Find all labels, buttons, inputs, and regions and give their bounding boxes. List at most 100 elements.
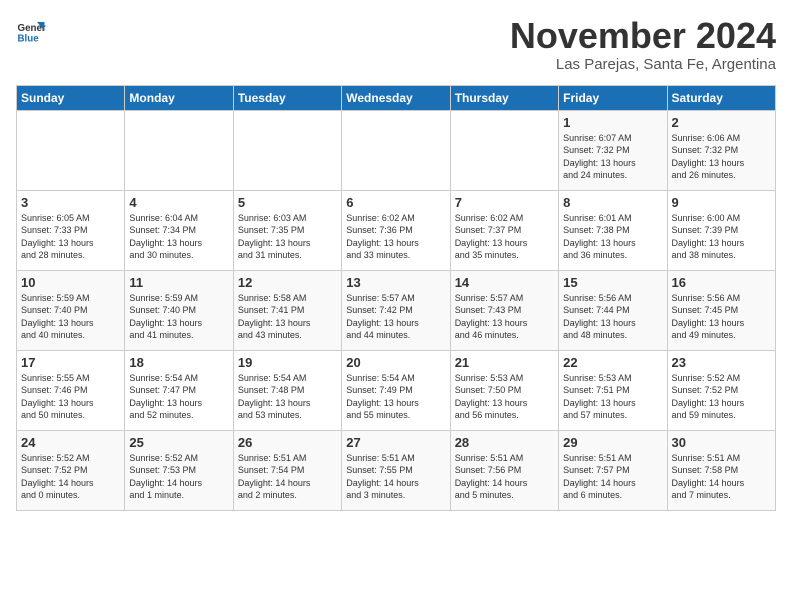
day-info: Sunrise: 5:51 AM Sunset: 7:58 PM Dayligh… xyxy=(672,452,771,502)
day-number: 21 xyxy=(455,355,554,370)
day-number: 30 xyxy=(672,435,771,450)
calendar-cell: 23 Sunrise: 5:52 AM Sunset: 7:52 PM Dayli… xyxy=(667,350,775,430)
logo-icon: General Blue xyxy=(16,16,46,46)
day-info: Sunrise: 6:02 AM Sunset: 7:37 PM Dayligh… xyxy=(455,212,554,262)
day-header-wednesday: Wednesday xyxy=(342,85,450,110)
calendar-cell: 20 Sunrise: 5:54 AM Sunset: 7:49 PM Dayli… xyxy=(342,350,450,430)
day-number: 15 xyxy=(563,275,662,290)
calendar-cell: 26 Sunrise: 5:51 AM Sunset: 7:54 PM Dayli… xyxy=(233,430,341,510)
day-number: 29 xyxy=(563,435,662,450)
calendar-cell xyxy=(342,110,450,190)
day-info: Sunrise: 5:59 AM Sunset: 7:40 PM Dayligh… xyxy=(21,292,120,342)
day-info: Sunrise: 5:54 AM Sunset: 7:49 PM Dayligh… xyxy=(346,372,445,422)
calendar-cell: 9 Sunrise: 6:00 AM Sunset: 7:39 PM Daylig… xyxy=(667,190,775,270)
calendar-cell: 7 Sunrise: 6:02 AM Sunset: 7:37 PM Daylig… xyxy=(450,190,558,270)
calendar-week-3: 10Sunrise: 5:59 AM Sunset: 7:40 PM Dayli… xyxy=(17,270,776,350)
day-info: Sunrise: 6:02 AM Sunset: 7:36 PM Dayligh… xyxy=(346,212,445,262)
day-info: Sunrise: 5:55 AM Sunset: 7:46 PM Dayligh… xyxy=(21,372,120,422)
day-header-thursday: Thursday xyxy=(450,85,558,110)
day-info: Sunrise: 5:52 AM Sunset: 7:53 PM Dayligh… xyxy=(129,452,228,502)
day-info: Sunrise: 5:52 AM Sunset: 7:52 PM Dayligh… xyxy=(672,372,771,422)
day-info: Sunrise: 5:57 AM Sunset: 7:42 PM Dayligh… xyxy=(346,292,445,342)
calendar-cell: 24Sunrise: 5:52 AM Sunset: 7:52 PM Dayli… xyxy=(17,430,125,510)
day-number: 19 xyxy=(238,355,337,370)
day-number: 23 xyxy=(672,355,771,370)
day-number: 14 xyxy=(455,275,554,290)
logo: General Blue xyxy=(16,16,46,46)
day-header-tuesday: Tuesday xyxy=(233,85,341,110)
calendar-cell: 16Sunrise: 5:56 AM Sunset: 7:45 PM Dayli… xyxy=(667,270,775,350)
day-info: Sunrise: 5:57 AM Sunset: 7:43 PM Dayligh… xyxy=(455,292,554,342)
calendar-table: SundayMondayTuesdayWednesdayThursdayFrid… xyxy=(16,85,776,511)
calendar-cell: 13 Sunrise: 5:57 AM Sunset: 7:42 PM Dayli… xyxy=(342,270,450,350)
calendar-week-2: 3 Sunrise: 6:05 AM Sunset: 7:33 PM Daylig… xyxy=(17,190,776,270)
day-number: 12 xyxy=(238,275,337,290)
day-info: Sunrise: 6:06 AM Sunset: 7:32 PM Dayligh… xyxy=(672,132,771,182)
calendar-cell: 17 Sunrise: 5:55 AM Sunset: 7:46 PM Dayli… xyxy=(17,350,125,430)
day-number: 9 xyxy=(672,195,771,210)
calendar-cell: 27 Sunrise: 5:51 AM Sunset: 7:55 PM Dayli… xyxy=(342,430,450,510)
day-info: Sunrise: 5:54 AM Sunset: 7:47 PM Dayligh… xyxy=(129,372,228,422)
day-info: Sunrise: 5:51 AM Sunset: 7:55 PM Dayligh… xyxy=(346,452,445,502)
day-info: Sunrise: 5:59 AM Sunset: 7:40 PM Dayligh… xyxy=(129,292,228,342)
day-info: Sunrise: 6:05 AM Sunset: 7:33 PM Dayligh… xyxy=(21,212,120,262)
calendar-cell: 19 Sunrise: 5:54 AM Sunset: 7:48 PM Dayli… xyxy=(233,350,341,430)
day-info: Sunrise: 6:03 AM Sunset: 7:35 PM Dayligh… xyxy=(238,212,337,262)
day-number: 22 xyxy=(563,355,662,370)
calendar-body: 1 Sunrise: 6:07 AM Sunset: 7:32 PM Daylig… xyxy=(17,110,776,510)
calendar-cell: 2 Sunrise: 6:06 AM Sunset: 7:32 PM Daylig… xyxy=(667,110,775,190)
calendar-cell: 3 Sunrise: 6:05 AM Sunset: 7:33 PM Daylig… xyxy=(17,190,125,270)
calendar-cell xyxy=(233,110,341,190)
day-header-friday: Friday xyxy=(559,85,667,110)
day-info: Sunrise: 5:51 AM Sunset: 7:57 PM Dayligh… xyxy=(563,452,662,502)
calendar-cell: 1 Sunrise: 6:07 AM Sunset: 7:32 PM Daylig… xyxy=(559,110,667,190)
day-number: 17 xyxy=(21,355,120,370)
calendar-cell: 15Sunrise: 5:56 AM Sunset: 7:44 PM Dayli… xyxy=(559,270,667,350)
day-number: 28 xyxy=(455,435,554,450)
calendar-cell: 22 Sunrise: 5:53 AM Sunset: 7:51 PM Dayli… xyxy=(559,350,667,430)
page-header: General Blue November 2024 Las Parejas, … xyxy=(16,16,776,73)
day-info: Sunrise: 5:58 AM Sunset: 7:41 PM Dayligh… xyxy=(238,292,337,342)
day-number: 18 xyxy=(129,355,228,370)
calendar-cell: 8 Sunrise: 6:01 AM Sunset: 7:38 PM Daylig… xyxy=(559,190,667,270)
day-number: 16 xyxy=(672,275,771,290)
day-number: 8 xyxy=(563,195,662,210)
location-subtitle: Las Parejas, Santa Fe, Argentina xyxy=(510,56,776,73)
day-number: 2 xyxy=(672,115,771,130)
day-info: Sunrise: 5:51 AM Sunset: 7:54 PM Dayligh… xyxy=(238,452,337,502)
day-number: 1 xyxy=(563,115,662,130)
title-block: November 2024 Las Parejas, Santa Fe, Arg… xyxy=(510,16,776,73)
day-number: 20 xyxy=(346,355,445,370)
day-number: 3 xyxy=(21,195,120,210)
day-info: Sunrise: 6:04 AM Sunset: 7:34 PM Dayligh… xyxy=(129,212,228,262)
calendar-cell: 18 Sunrise: 5:54 AM Sunset: 7:47 PM Dayli… xyxy=(125,350,233,430)
calendar-header-row: SundayMondayTuesdayWednesdayThursdayFrid… xyxy=(17,85,776,110)
calendar-week-4: 17 Sunrise: 5:55 AM Sunset: 7:46 PM Dayli… xyxy=(17,350,776,430)
calendar-cell: 11 Sunrise: 5:59 AM Sunset: 7:40 PM Dayli… xyxy=(125,270,233,350)
day-number: 7 xyxy=(455,195,554,210)
calendar-cell: 6 Sunrise: 6:02 AM Sunset: 7:36 PM Daylig… xyxy=(342,190,450,270)
calendar-cell: 4 Sunrise: 6:04 AM Sunset: 7:34 PM Daylig… xyxy=(125,190,233,270)
calendar-week-1: 1 Sunrise: 6:07 AM Sunset: 7:32 PM Daylig… xyxy=(17,110,776,190)
day-info: Sunrise: 5:53 AM Sunset: 7:50 PM Dayligh… xyxy=(455,372,554,422)
calendar-cell: 14 Sunrise: 5:57 AM Sunset: 7:43 PM Dayli… xyxy=(450,270,558,350)
day-number: 5 xyxy=(238,195,337,210)
day-number: 27 xyxy=(346,435,445,450)
calendar-cell: 30 Sunrise: 5:51 AM Sunset: 7:58 PM Dayli… xyxy=(667,430,775,510)
day-info: Sunrise: 6:07 AM Sunset: 7:32 PM Dayligh… xyxy=(563,132,662,182)
calendar-cell: 12 Sunrise: 5:58 AM Sunset: 7:41 PM Dayli… xyxy=(233,270,341,350)
calendar-cell: 10Sunrise: 5:59 AM Sunset: 7:40 PM Dayli… xyxy=(17,270,125,350)
day-info: Sunrise: 6:00 AM Sunset: 7:39 PM Dayligh… xyxy=(672,212,771,262)
day-info: Sunrise: 6:01 AM Sunset: 7:38 PM Dayligh… xyxy=(563,212,662,262)
day-number: 11 xyxy=(129,275,228,290)
day-info: Sunrise: 5:54 AM Sunset: 7:48 PM Dayligh… xyxy=(238,372,337,422)
calendar-cell: 25 Sunrise: 5:52 AM Sunset: 7:53 PM Dayli… xyxy=(125,430,233,510)
calendar-cell xyxy=(450,110,558,190)
calendar-cell: 29 Sunrise: 5:51 AM Sunset: 7:57 PM Dayli… xyxy=(559,430,667,510)
day-info: Sunrise: 5:53 AM Sunset: 7:51 PM Dayligh… xyxy=(563,372,662,422)
day-number: 25 xyxy=(129,435,228,450)
day-number: 13 xyxy=(346,275,445,290)
day-number: 6 xyxy=(346,195,445,210)
day-number: 26 xyxy=(238,435,337,450)
day-number: 4 xyxy=(129,195,228,210)
